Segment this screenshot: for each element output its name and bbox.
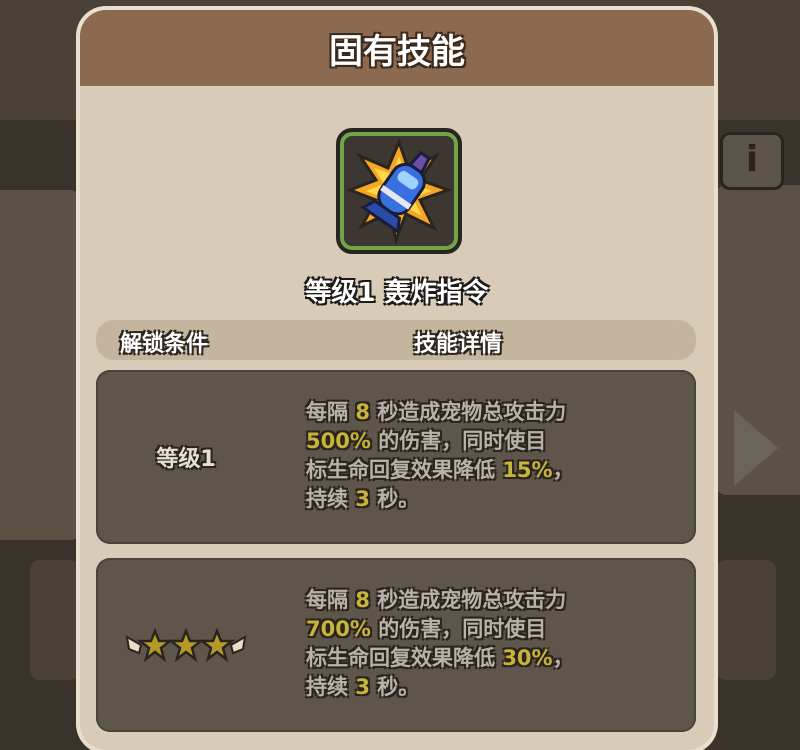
detail-text: 的伤害，同时使目 [378,617,547,641]
detail-text: ， [552,458,574,482]
detail-text: 持续 [306,675,348,699]
skill-modal: 固有技能 等级1 轰炸指令 解锁条件 技能详情 等级1 每隔 8 秒造成宠物总攻… [80,10,714,750]
detail-text: 的伤害，同时使目 [378,429,547,453]
detail-reduction-value: 30% [502,646,553,670]
table-header: 解锁条件 技能详情 [96,320,696,360]
detail-text: 标生命回复效果降低 [306,458,495,482]
background-bottom-left [30,560,80,680]
condition-level-label: 等级1 [156,447,216,472]
modal-header: 固有技能 [80,10,714,86]
detail-duration-value: 3 [355,675,370,699]
table-row: 每隔 8 秒造成宠物总攻击力 700% 的伤害，同时使目 标生命回复效果降低 3… [96,558,696,732]
row-detail: 每隔 8 秒造成宠物总攻击力 500% 的伤害，同时使目 标生命回复效果降低 1… [306,398,686,514]
detail-text: 标生命回复效果降低 [306,646,495,670]
skill-name: 等级1 轰炸指令 [305,278,489,308]
detail-duration-value: 3 [355,487,370,511]
detail-reduction-value: 15% [502,458,553,482]
modal-title: 固有技能 [329,32,465,72]
row-condition [96,558,276,732]
detail-interval-value: 8 [355,588,370,612]
next-arrow-icon[interactable] [734,410,778,486]
detail-text: 每隔 [306,400,348,424]
detail-text: 秒造成宠物总攻击力 [377,588,567,612]
background-left-panel [0,190,80,540]
detail-text: 每隔 [306,588,348,612]
info-icon: i [745,139,759,180]
detail-text: 持续 [306,487,348,511]
detail-text: 秒。 [377,487,420,511]
detail-damage-value: 500% [306,429,371,453]
detail-text: 秒。 [377,675,420,699]
header-unlock-condition: 解锁条件 [120,332,209,357]
detail-text: 秒造成宠物总攻击力 [377,400,567,424]
info-button[interactable]: i [720,132,784,190]
detail-text: ， [552,646,574,670]
detail-damage-value: 700% [306,617,371,641]
row-condition: 等级1 [96,370,276,544]
three-stars-icon [121,623,251,667]
table-row: 等级1 每隔 8 秒造成宠物总攻击力 500% 的伤害，同时使目 标生命回复效果… [96,370,696,544]
header-skill-detail: 技能详情 [414,332,503,357]
skill-icon-frame [336,128,462,254]
row-detail: 每隔 8 秒造成宠物总攻击力 700% 的伤害，同时使目 标生命回复效果降低 3… [306,586,686,702]
detail-interval-value: 8 [355,400,370,424]
rocket-explosion-icon [346,138,452,244]
background-bottom-right [716,560,776,680]
